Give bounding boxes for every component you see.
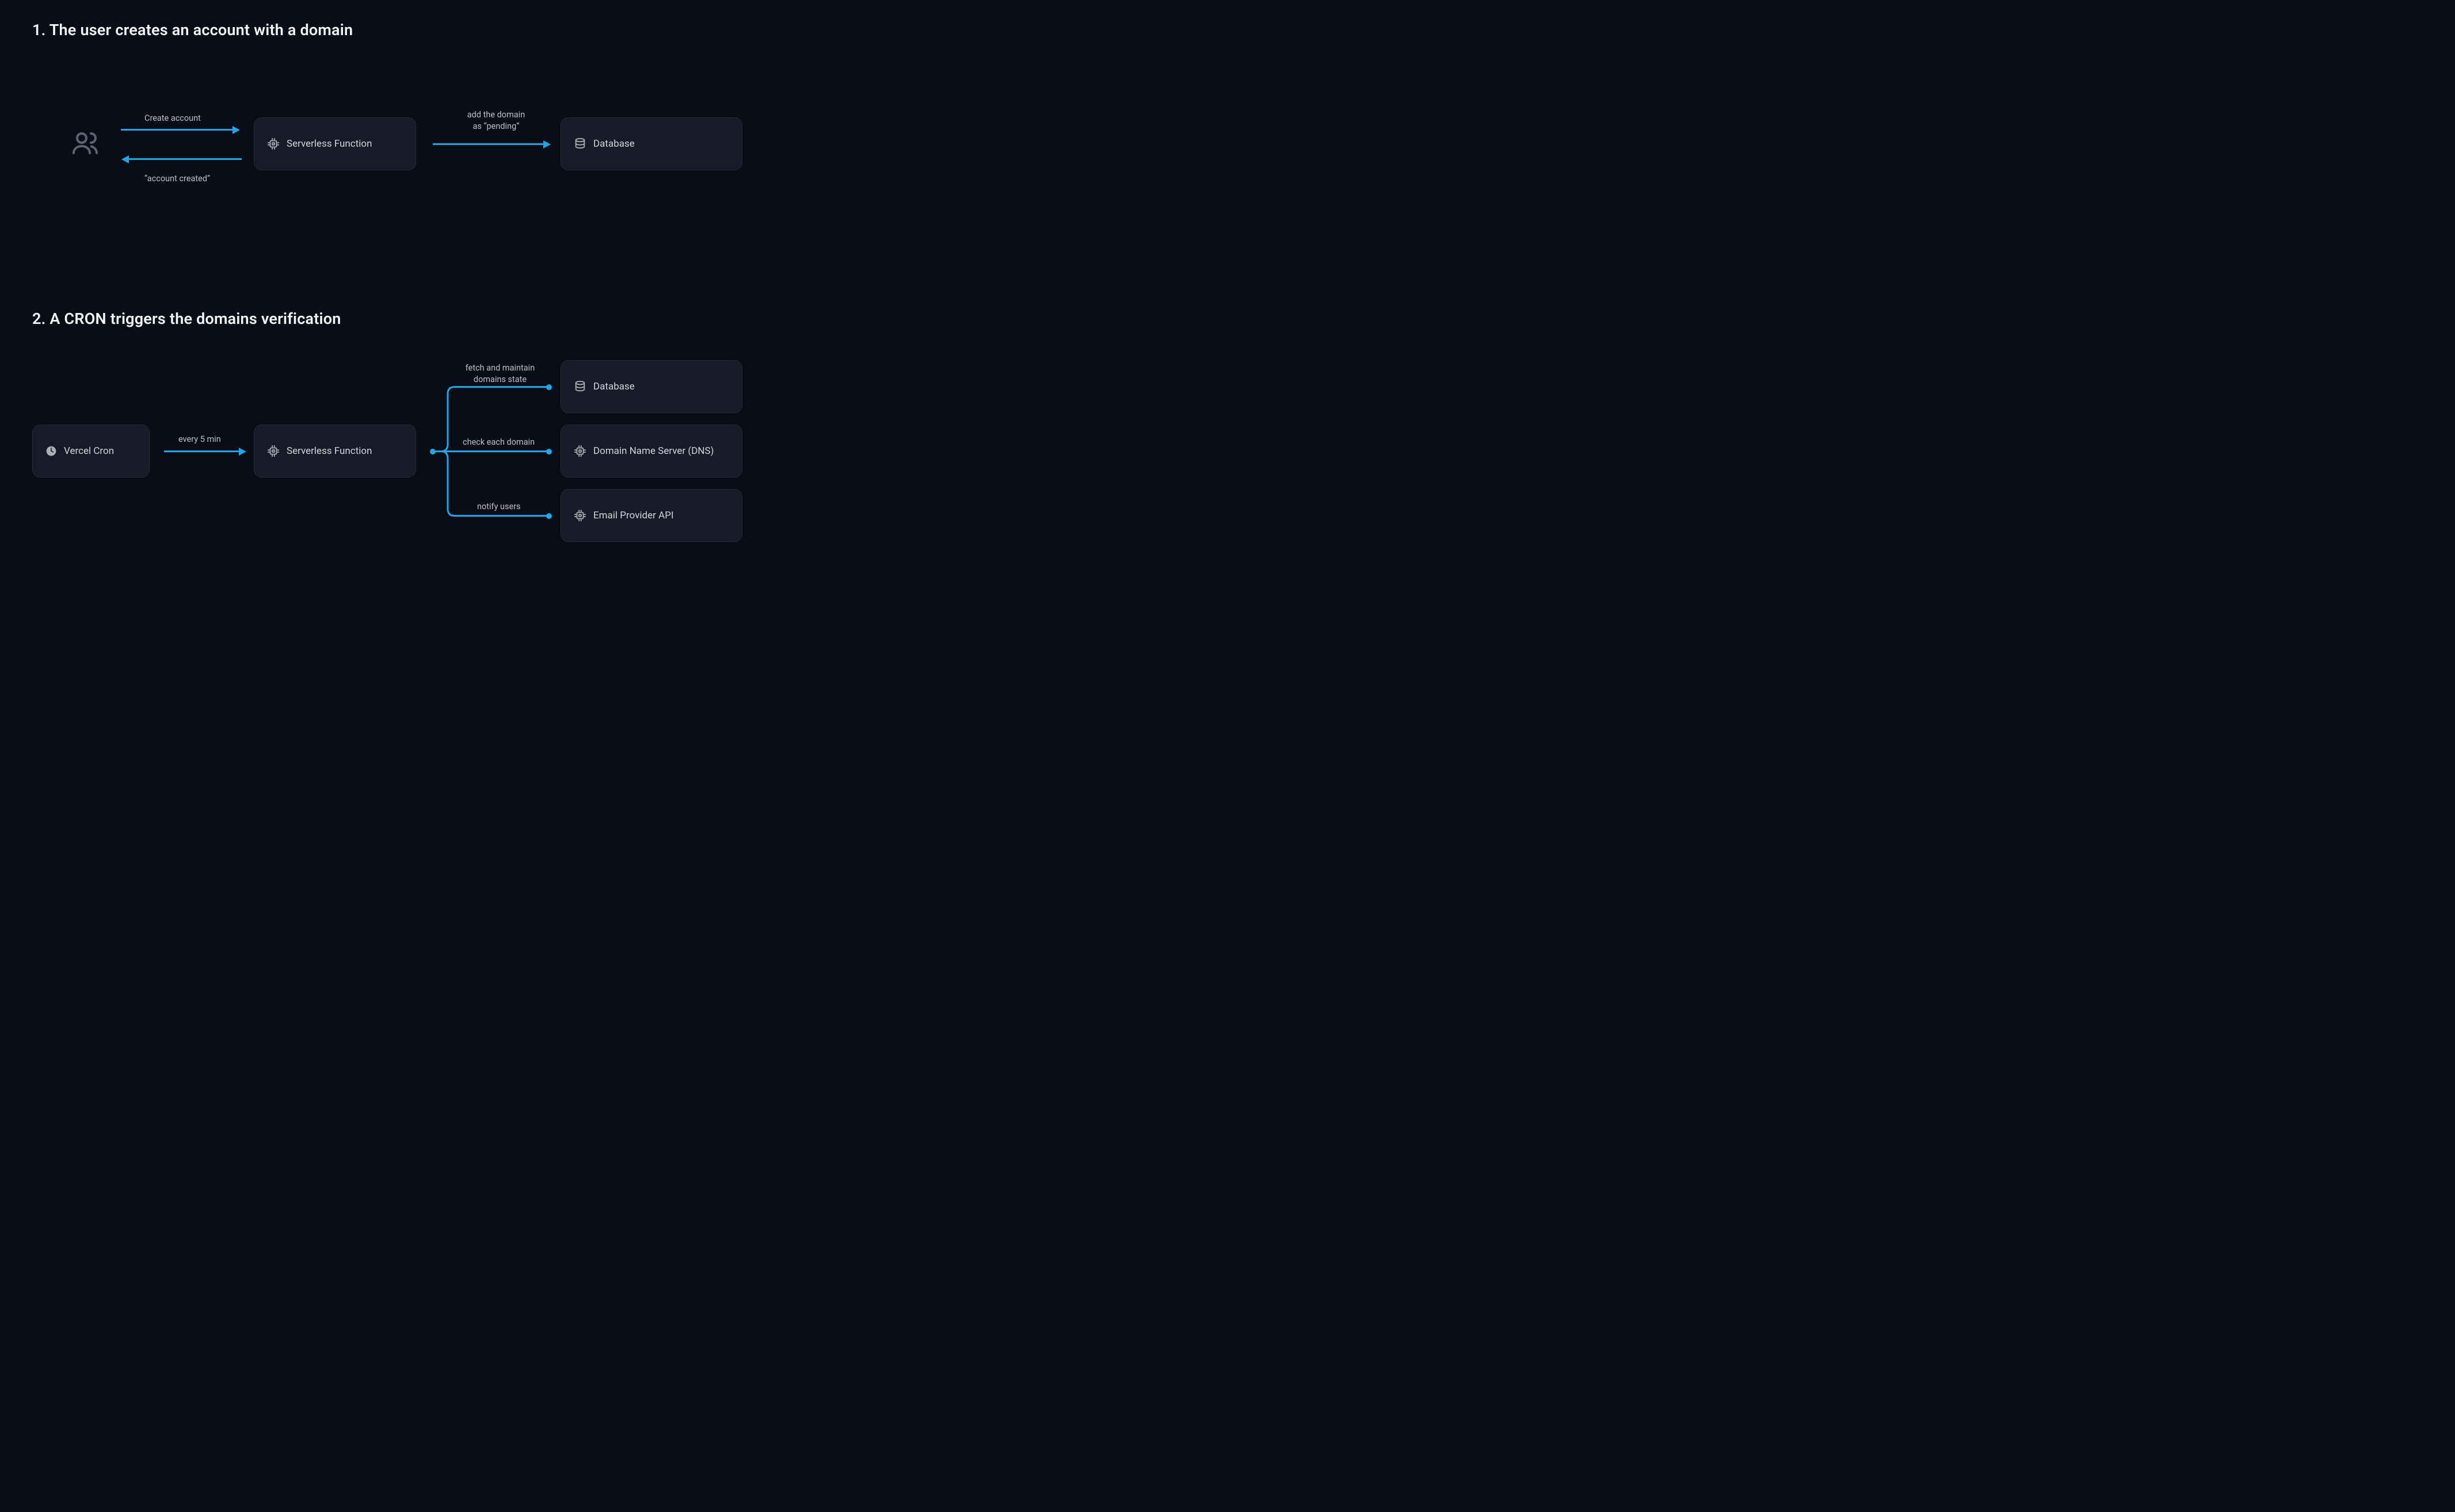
- diagram-1-canvas: Create account “account created” Serverl…: [32, 91, 786, 240]
- clock-icon: [45, 445, 57, 457]
- user-icon: [71, 129, 99, 159]
- diagram-2-canvas: Vercel Cron every 5 min Serverless Funct…: [32, 360, 786, 556]
- node-label: Database: [593, 381, 635, 392]
- bracket-end-dot-2: [546, 449, 552, 455]
- arrow-line-account-created: [129, 158, 242, 160]
- arrow-line-add-domain: [433, 143, 544, 145]
- section-1-title: 1. The user creates an account with a do…: [32, 21, 2423, 39]
- node-dns: Domain Name Server (DNS): [561, 425, 742, 478]
- arrow-line-create-account: [121, 129, 234, 131]
- arrow-head-account-created: [121, 155, 129, 163]
- arrow-label-every-5-min: every 5 min: [178, 434, 221, 445]
- arrow-label-add-domain-line2: as “pending”: [473, 121, 520, 131]
- bracket-end-dot-3: [546, 513, 552, 519]
- arrow-label-create-account: Create account: [144, 113, 201, 124]
- arrow-label-add-domain-line1: add the domain: [467, 110, 525, 120]
- arrow-head-add-domain: [543, 140, 551, 148]
- branch-3-label: notify users: [477, 501, 521, 513]
- bracket-end-dot-1: [546, 384, 552, 390]
- arrow-head-create-account: [232, 126, 240, 134]
- node-email-provider: Email Provider API: [561, 489, 742, 542]
- bracket-svg: [433, 383, 554, 521]
- node-label: Database: [593, 138, 635, 150]
- branch-1-label: fetch and maintain domains state: [457, 362, 543, 385]
- cpu-icon: [574, 445, 586, 457]
- branch-1-label-line2: domains state: [474, 375, 527, 384]
- node-database-1: Database: [561, 117, 742, 170]
- node-label: Serverless Function: [287, 138, 372, 150]
- node-label: Vercel Cron: [64, 445, 114, 457]
- node-serverless-function-1: Serverless Function: [254, 117, 416, 170]
- node-label: Serverless Function: [287, 445, 372, 457]
- arrow-head-every-5-min: [239, 448, 246, 456]
- node-label: Email Provider API: [593, 510, 674, 521]
- database-icon: [574, 138, 586, 150]
- node-database-2: Database: [561, 360, 742, 413]
- node-serverless-function-2: Serverless Function: [254, 425, 416, 478]
- node-label: Domain Name Server (DNS): [593, 445, 714, 457]
- node-vercel-cron: Vercel Cron: [32, 425, 150, 478]
- arrow-label-add-domain: add the domain as “pending”: [456, 109, 536, 132]
- arrow-line-every-5-min: [164, 450, 240, 452]
- cpu-icon: [574, 509, 586, 522]
- section-2-title: 2. A CRON triggers the domains verificat…: [32, 310, 2423, 328]
- branch-2-label: check each domain: [463, 437, 535, 448]
- branch-1-label-line1: fetch and maintain: [466, 363, 535, 373]
- cpu-icon: [267, 445, 280, 457]
- database-icon: [574, 380, 586, 393]
- arrow-label-account-created: “account created”: [144, 173, 210, 185]
- cpu-icon: [267, 138, 280, 150]
